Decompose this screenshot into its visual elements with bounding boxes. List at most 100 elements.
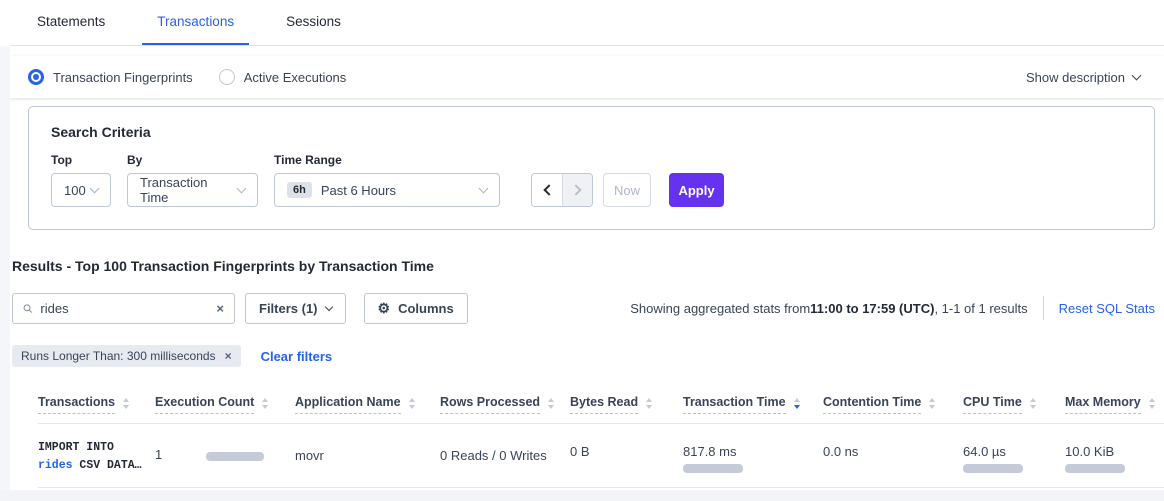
column-header-label: Application Name	[295, 395, 401, 414]
by-label: By	[127, 153, 258, 167]
column-header-label: Execution Count	[155, 395, 254, 414]
chevron-left-icon	[543, 184, 554, 195]
sort-icon[interactable]	[646, 398, 652, 409]
column-header-application-name[interactable]: Application Name	[295, 395, 440, 414]
execution-count-value: 1	[155, 447, 162, 462]
statement-line-2-rest: CSV DATA…	[73, 459, 142, 472]
column-header-max-memory[interactable]: Max Memory	[1065, 395, 1164, 414]
column-header-transaction-time[interactable]: Transaction Time	[683, 395, 823, 414]
by-field: By Transaction Time	[127, 153, 258, 207]
remove-filter-icon[interactable]: ×	[225, 350, 232, 362]
show-description-label: Show description	[1026, 70, 1125, 85]
results-toolbar: × Filters (1) ⚙ Columns Showing aggregat…	[12, 292, 1155, 324]
transaction-time-bar	[683, 464, 743, 473]
column-header-label: Max Memory	[1065, 395, 1141, 414]
gear-icon: ⚙	[378, 301, 391, 315]
show-description-toggle[interactable]: Show description	[1026, 70, 1140, 85]
transactions-table: Transactions Execution Count Application…	[12, 386, 1164, 488]
tab-statements[interactable]: Statements	[22, 0, 120, 45]
toolbar-divider	[1043, 296, 1044, 320]
sort-icon[interactable]	[548, 398, 554, 409]
radio-active-executions[interactable]: Active Executions	[219, 69, 347, 85]
contention-time-cell: 0.0 ns	[823, 439, 963, 459]
cpu-time-bar	[963, 464, 1023, 473]
sort-icon[interactable]	[123, 398, 129, 409]
radio-active-executions-label: Active Executions	[244, 70, 347, 85]
columns-button-label: Columns	[398, 301, 454, 316]
sort-icon[interactable]	[409, 398, 415, 409]
previous-time-range-button[interactable]	[532, 174, 562, 206]
page-bottom-strip	[0, 490, 1164, 501]
sort-icon-active-desc[interactable]	[794, 398, 800, 409]
radio-selected-icon[interactable]	[28, 69, 44, 85]
cpu-time-value: 64.0 µs	[963, 439, 1065, 459]
transaction-statement-cell: IMPORT INTO rides CSV DATA…	[38, 439, 155, 475]
column-header-execution-count[interactable]: Execution Count	[155, 395, 295, 414]
apply-button[interactable]: Apply	[669, 173, 724, 207]
time-range-field: Time Range 6h Past 6 Hours	[274, 153, 500, 207]
sort-icon[interactable]	[262, 398, 268, 409]
sort-icon[interactable]	[1149, 398, 1155, 409]
table-row: IMPORT INTO rides CSV DATA… 1 movr 0 Rea…	[38, 424, 1164, 488]
filter-chip: Runs Longer Than: 300 milliseconds ×	[12, 345, 241, 367]
view-mode-bar: Transaction Fingerprints Active Executio…	[10, 56, 1164, 98]
tab-transactions[interactable]: Transactions	[142, 0, 249, 45]
column-header-label: CPU Time	[963, 395, 1022, 414]
chevron-down-icon	[1132, 71, 1142, 81]
sort-icon[interactable]	[929, 398, 935, 409]
stats-suffix: , 1-1 of 1 results	[934, 301, 1027, 316]
tab-sessions[interactable]: Sessions	[271, 0, 356, 45]
cpu-time-cell: 64.0 µs	[963, 439, 1065, 473]
next-time-range-button[interactable]	[562, 174, 592, 206]
columns-button[interactable]: ⚙ Columns	[364, 293, 468, 324]
search-box[interactable]: ×	[12, 293, 235, 324]
column-header-label: Bytes Read	[570, 395, 638, 414]
filters-button-label: Filters (1)	[259, 301, 318, 316]
by-select-value: Transaction Time	[140, 175, 238, 205]
top-select[interactable]: 100	[51, 173, 111, 207]
top-label: Top	[51, 153, 111, 167]
clear-filters-link[interactable]: Clear filters	[261, 349, 333, 364]
clear-search-icon[interactable]: ×	[216, 302, 224, 315]
column-header-label: Contention Time	[823, 395, 921, 414]
time-range-badge: 6h	[287, 182, 312, 198]
statement-line-2: rides CSV DATA…	[38, 457, 155, 475]
column-header-transactions[interactable]: Transactions	[38, 395, 155, 414]
chevron-down-icon	[479, 184, 489, 194]
column-header-label: Transactions	[38, 395, 115, 414]
search-icon	[23, 302, 32, 315]
table-header-row: Transactions Execution Count Application…	[38, 386, 1164, 424]
column-header-contention-time[interactable]: Contention Time	[823, 395, 963, 414]
max-memory-value: 10.0 KiB	[1065, 439, 1164, 459]
column-header-label: Transaction Time	[683, 395, 786, 414]
sort-icon[interactable]	[1030, 398, 1036, 409]
stats-time-range: 11:00 to 17:59 (UTC)	[810, 301, 934, 316]
max-memory-cell: 10.0 KiB	[1065, 439, 1164, 473]
column-header-bytes-read[interactable]: Bytes Read	[570, 395, 683, 414]
bytes-read-cell: 0 B	[570, 439, 683, 459]
radio-transaction-fingerprints-label: Transaction Fingerprints	[53, 70, 193, 85]
filters-button[interactable]: Filters (1)	[245, 293, 346, 324]
column-header-label: Rows Processed	[440, 395, 540, 414]
chevron-down-icon	[90, 184, 100, 194]
top-field: Top 100	[51, 153, 111, 207]
search-criteria-panel: Search Criteria Top 100 By Transaction T…	[28, 106, 1155, 230]
transaction-time-cell: 817.8 ms	[683, 439, 823, 473]
search-criteria-title: Search Criteria	[51, 124, 1132, 140]
column-header-cpu-time[interactable]: CPU Time	[963, 395, 1065, 414]
transaction-fingerprint-link[interactable]: rides	[38, 459, 73, 472]
now-button[interactable]: Now	[603, 173, 651, 207]
rows-processed-cell: 0 Reads / 0 Writes	[440, 439, 570, 463]
reset-sql-stats-link[interactable]: Reset SQL Stats	[1059, 301, 1155, 316]
radio-unselected-icon[interactable]	[219, 69, 235, 85]
application-name-cell: movr	[295, 439, 440, 463]
radio-transaction-fingerprints[interactable]: Transaction Fingerprints	[28, 69, 193, 85]
time-range-select[interactable]: 6h Past 6 Hours	[274, 173, 500, 207]
search-input[interactable]	[40, 301, 216, 316]
max-memory-bar	[1065, 464, 1125, 473]
column-header-rows-processed[interactable]: Rows Processed	[440, 395, 570, 414]
by-select[interactable]: Transaction Time	[127, 173, 258, 207]
time-range-value: Past 6 Hours	[321, 183, 396, 198]
chevron-down-icon	[324, 302, 332, 310]
time-range-pager	[531, 173, 593, 207]
